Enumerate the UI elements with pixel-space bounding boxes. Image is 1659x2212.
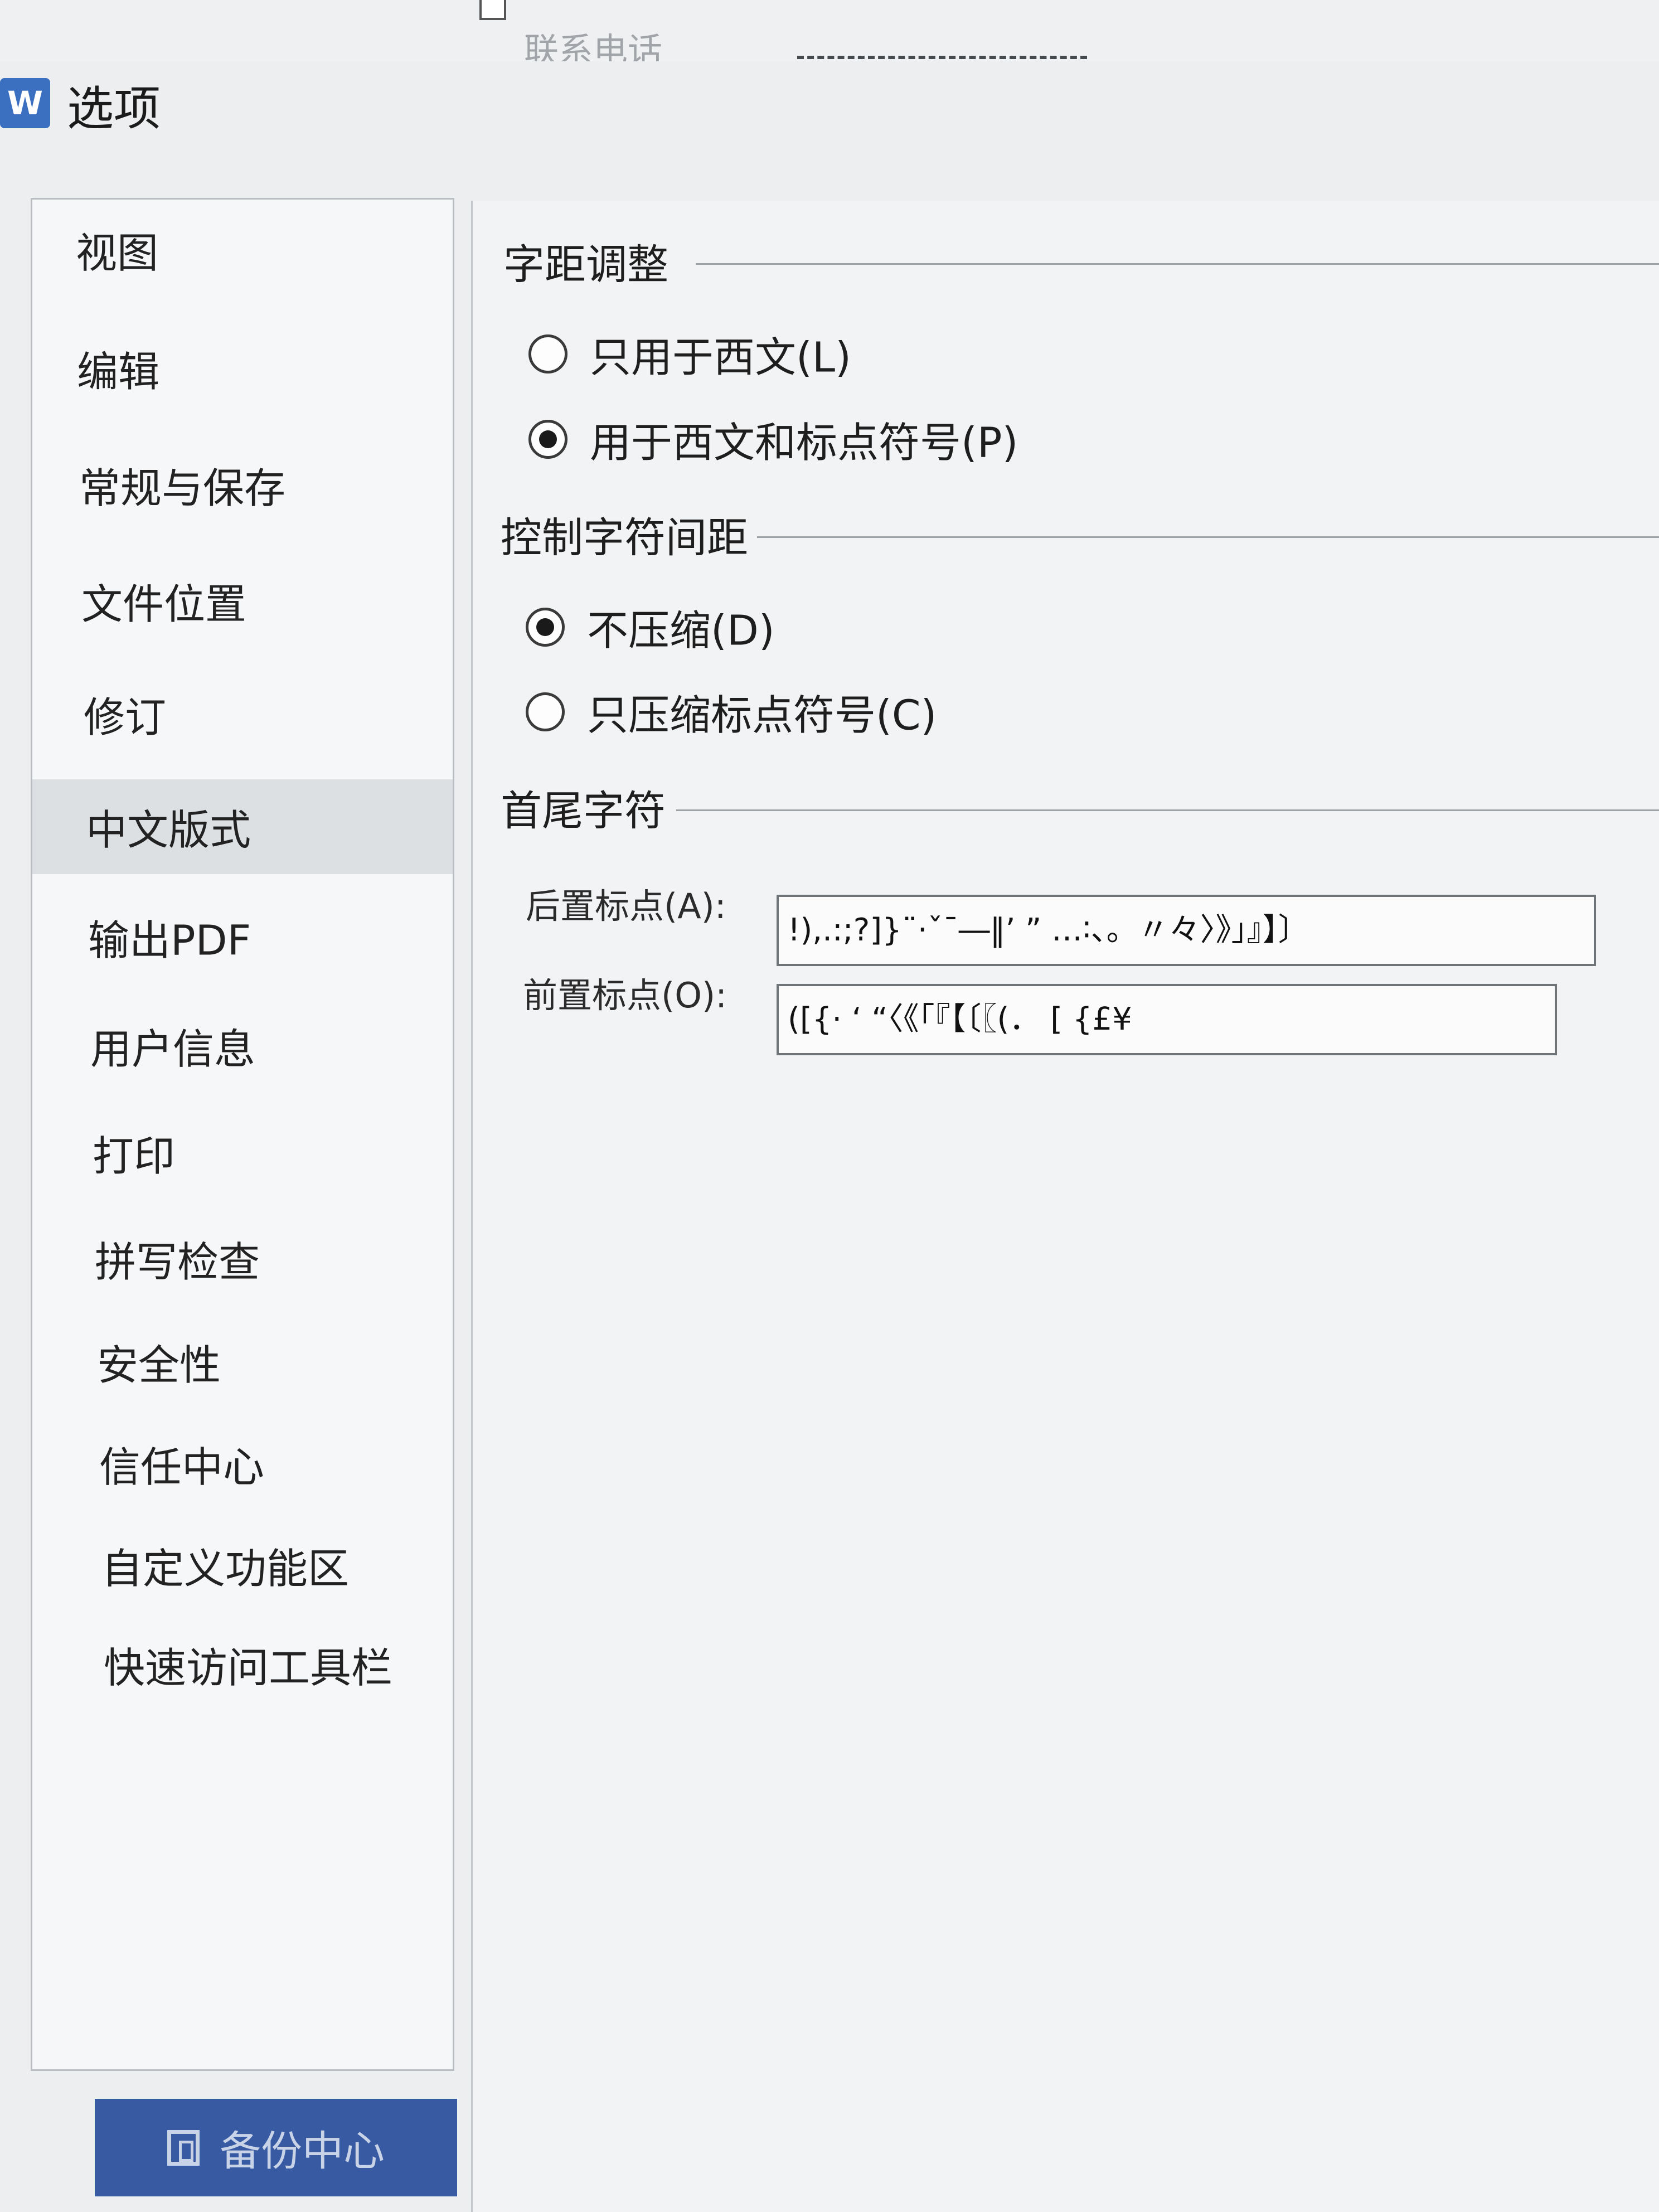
nav-item-user-info[interactable]: 用户信息	[32, 998, 453, 1093]
wps-writer-icon: W	[0, 78, 50, 128]
nav-item-general-save[interactable]: 常规与保存	[32, 438, 453, 532]
radio-button-off[interactable]	[528, 334, 567, 373]
firstlast-group-divider	[676, 809, 1659, 811]
nav-item-customize-ribbon[interactable]: 自定义功能区	[32, 1518, 453, 1613]
leading-punctuation-label: 前置标点(O):	[523, 975, 727, 1016]
nav-item-label: 文件位置	[81, 580, 246, 629]
radio-button-on[interactable]	[528, 420, 567, 459]
radio-label: 不压缩(D)	[587, 607, 775, 655]
background-text-left: 联系电话	[524, 30, 663, 63]
backup-icon	[167, 2129, 200, 2166]
nav-item-label: 打印	[93, 1132, 175, 1181]
nav-item-export-pdf[interactable]: 输出PDF	[32, 890, 453, 984]
nav-item-label: 用户信息	[90, 1025, 255, 1074]
radio-western-only[interactable]: 只用于西文(L)	[528, 323, 1365, 385]
nav-item-label: 拼写检查	[95, 1238, 260, 1287]
app-icon-glyph: W	[7, 84, 43, 122]
radio-no-compress[interactable]: 不压缩(D)	[526, 596, 1362, 658]
nav-item-label: 编辑	[77, 348, 159, 396]
spacing-group-divider	[696, 263, 1659, 265]
background-window-strip: 联系电话 联系人	[0, 0, 1659, 63]
options-nav: 视图 编辑 常规与保存 文件位置 修订 中文版式 输出PDF 用户信息 打印 拼…	[31, 198, 454, 2071]
nav-item-trust-center[interactable]: 信任中心	[32, 1417, 453, 1511]
spacing-group-title: 字距调整	[503, 241, 668, 289]
nav-item-quick-access-toolbar[interactable]: 快速访问工具栏	[32, 1617, 453, 1712]
settings-panel: 字距调整 只用于西文(L) 用于西文和标点符号(P) 控制字符间距 不压缩(D)…	[471, 201, 1659, 2212]
background-dashed-line	[797, 56, 1087, 59]
nav-item-label: 快速访问工具栏	[104, 1644, 392, 1692]
radio-label: 只用于西文(L)	[590, 333, 851, 382]
radio-button-off[interactable]	[526, 692, 565, 731]
background-checkbox-icon	[479, 0, 506, 20]
nav-item-spell-check[interactable]: 拼写检查	[32, 1211, 453, 1306]
nav-item-chinese-layout[interactable]: 中文版式	[32, 779, 453, 874]
nav-item-edit[interactable]: 编辑	[32, 321, 453, 416]
nav-item-label: 中文版式	[86, 806, 251, 855]
options-dialog: 联系电话 联系人 W 选项 视图 编辑 常规与保存 文件位置 修订 中文版式 输…	[0, 0, 1659, 2212]
trailing-punctuation-input[interactable]: !),.:;?]}¨·ˇˉ―‖’ ” …∶、。〃々〉》」』】〕	[777, 895, 1596, 966]
nav-item-file-location[interactable]: 文件位置	[32, 554, 453, 648]
nav-item-view[interactable]: 视图	[32, 202, 453, 297]
radio-compress-punctuation[interactable]: 只压缩标点符号(C)	[526, 681, 1362, 743]
control-group-title: 控制字符间距	[501, 514, 748, 562]
title-bar	[0, 61, 1659, 145]
radio-label: 只压缩标点符号(C)	[587, 691, 937, 740]
radio-western-and-punctuation[interactable]: 用于西文和标点符号(P)	[528, 409, 1365, 470]
leading-punctuation-input[interactable]: ([{· ‘ “〈《「『【〔〖(． [ {£¥	[777, 984, 1557, 1055]
nav-item-label: 自定义功能区	[101, 1545, 349, 1593]
nav-item-label: 修订	[84, 693, 166, 742]
nav-item-security[interactable]: 安全性	[32, 1314, 453, 1409]
backup-center-label: 备份中心	[220, 2127, 385, 2175]
backup-center-button[interactable]: 备份中心	[95, 2099, 457, 2196]
nav-item-label: 常规与保存	[79, 464, 285, 513]
nav-item-label: 视图	[76, 229, 158, 278]
firstlast-group-title: 首尾字符	[501, 787, 666, 835]
nav-item-revision[interactable]: 修订	[32, 667, 453, 761]
nav-item-print[interactable]: 打印	[32, 1105, 453, 1200]
trailing-punctuation-label: 后置标点(A):	[526, 886, 726, 926]
dialog-title: 选项	[67, 81, 161, 136]
radio-label: 用于西文和标点符号(P)	[590, 419, 1018, 467]
nav-item-label: 输出PDF	[88, 916, 251, 965]
nav-item-label: 安全性	[97, 1341, 221, 1390]
nav-item-label: 信任中心	[99, 1443, 264, 1492]
radio-button-on[interactable]	[526, 608, 565, 647]
control-group-divider	[757, 536, 1659, 538]
